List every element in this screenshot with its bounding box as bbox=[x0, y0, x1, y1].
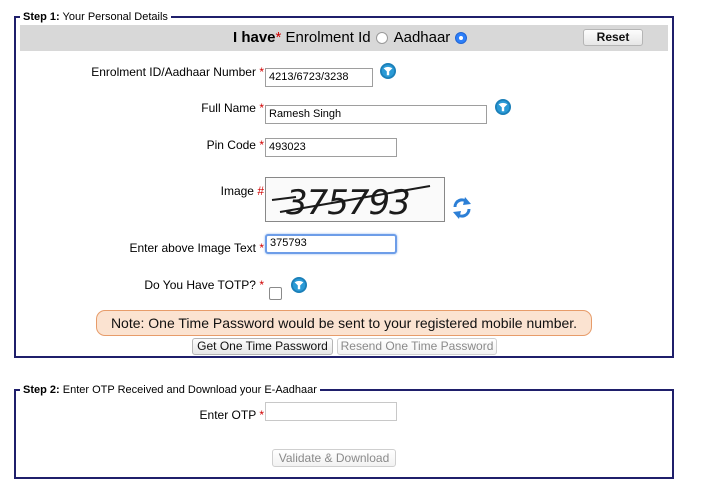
pin-code-label: Pin Code * bbox=[207, 138, 264, 152]
required-marker: * bbox=[259, 65, 264, 79]
required-marker: * bbox=[259, 408, 264, 422]
totp-label: Do You Have TOTP? * bbox=[144, 278, 264, 292]
step2-legend-text: Enter OTP Received and Download your E-A… bbox=[62, 384, 317, 396]
info-icon[interactable] bbox=[379, 62, 397, 80]
refresh-captcha-icon[interactable] bbox=[451, 196, 473, 220]
captcha-text: 375793 bbox=[286, 183, 410, 221]
step1-legend: Step 1: Your Personal Details bbox=[20, 10, 171, 24]
pin-code-label-text: Pin Code bbox=[206, 138, 256, 152]
id-number-input[interactable]: 4213/6723/3238 bbox=[265, 68, 373, 87]
pin-code-input[interactable]: 493023 bbox=[265, 138, 397, 157]
enrolment-id-option-label: Enrolment Id bbox=[285, 29, 371, 46]
aadhaar-option-label: Aadhaar bbox=[393, 29, 451, 46]
image-marker: # bbox=[257, 184, 264, 198]
id-label-text: Enrolment ID/Aadhaar Number bbox=[91, 65, 256, 79]
otp-label: Enter OTP * bbox=[200, 408, 264, 422]
full-name-label: Full Name * bbox=[201, 101, 264, 115]
full-name-label-text: Full Name bbox=[201, 101, 256, 115]
step1-legend-text: Your Personal Details bbox=[62, 11, 168, 23]
id-field-label: Enrolment ID/Aadhaar Number * bbox=[91, 65, 264, 79]
captcha-image: 375793 bbox=[265, 177, 445, 222]
info-icon[interactable] bbox=[494, 98, 512, 116]
image-text-label: Enter above Image Text * bbox=[129, 241, 264, 255]
required-marker: * bbox=[259, 138, 264, 152]
step1-legend-bold: Step 1: bbox=[23, 11, 60, 23]
step2-legend: Step 2: Enter OTP Received and Download … bbox=[20, 383, 320, 397]
totp-checkbox[interactable] bbox=[269, 287, 282, 300]
info-icon[interactable] bbox=[290, 276, 308, 294]
required-marker: * bbox=[259, 278, 264, 292]
otp-input[interactable] bbox=[265, 402, 397, 421]
otp-note: Note: One Time Password would be sent to… bbox=[96, 310, 592, 336]
image-label: Image # bbox=[221, 184, 264, 198]
image-label-text: Image bbox=[220, 184, 254, 198]
totp-label-text: Do You Have TOTP? bbox=[144, 278, 256, 292]
aadhaar-radio[interactable] bbox=[455, 32, 468, 44]
step2-legend-bold: Step 2: bbox=[23, 384, 60, 396]
required-marker: * bbox=[259, 241, 264, 255]
id-type-bar: I have* Enrolment Id Aadhaar Reset bbox=[20, 25, 668, 51]
validate-download-button[interactable]: Validate & Download bbox=[272, 449, 396, 467]
image-text-input[interactable]: 375793 bbox=[265, 234, 397, 254]
full-name-input[interactable]: Ramesh Singh bbox=[265, 105, 487, 124]
resend-otp-button[interactable]: Resend One Time Password bbox=[337, 338, 497, 355]
required-marker: * bbox=[275, 29, 282, 46]
reset-button[interactable]: Reset bbox=[583, 29, 643, 46]
otp-label-text: Enter OTP bbox=[199, 408, 256, 422]
enrolment-id-radio[interactable] bbox=[375, 32, 388, 44]
image-text-label-text: Enter above Image Text bbox=[129, 241, 256, 255]
i-have-label: I have bbox=[233, 29, 276, 46]
required-marker: * bbox=[259, 101, 264, 115]
get-otp-button[interactable]: Get One Time Password bbox=[192, 338, 333, 355]
id-type-selector: I have* Enrolment Id Aadhaar bbox=[233, 30, 473, 46]
captcha-graphic: 375793 bbox=[271, 183, 431, 221]
